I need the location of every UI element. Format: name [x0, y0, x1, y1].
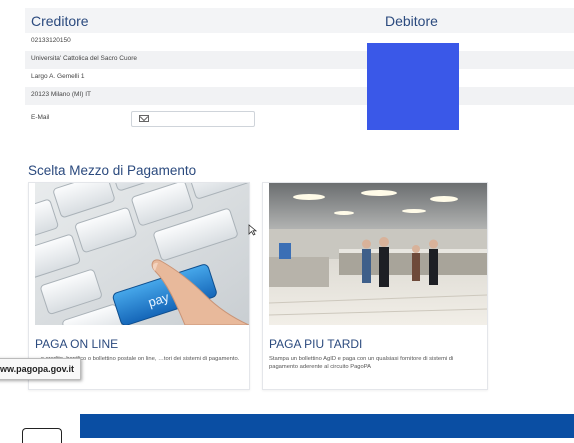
creditor-name-row: Universita' Cattolica del Sacro Cuore: [25, 51, 574, 69]
post-office-image: [269, 183, 487, 325]
creditor-city-row: 20123 Milano (MI) IT: [25, 87, 574, 105]
creditor-address-row: Largo A. Gemelli 1: [25, 69, 574, 87]
email-row: E-Mail: [25, 105, 574, 133]
creditor-fiscal-code-row: 02133120150: [25, 33, 574, 51]
creditor-header: Creditore: [31, 13, 89, 29]
creditor-city: 20123 Milano (MI) IT: [31, 91, 91, 98]
pagopa-url-badge: www.pagopa.gov.it: [0, 358, 81, 380]
email-field[interactable]: [131, 111, 255, 127]
envelope-icon: [139, 115, 149, 122]
pay-later-title: PAGA PIU TARDI: [269, 337, 363, 351]
creditor-address: Largo A. Gemelli 1: [31, 73, 85, 80]
email-label: E-Mail: [31, 114, 50, 121]
keyboard-pay-image: pay: [35, 183, 249, 325]
creditor-fiscal-code: 02133120150: [31, 37, 71, 44]
debtor-redaction-box: [367, 43, 459, 130]
bottom-tab[interactable]: [22, 428, 62, 443]
pay-later-card[interactable]: PAGA PIU TARDI Stampa un bollettino AgID…: [262, 182, 488, 390]
footer-bar: [80, 414, 574, 438]
info-header-row: Creditore Debitore: [25, 8, 574, 33]
mouse-pointer-icon: [248, 224, 257, 236]
pay-online-title: PAGA ON LINE: [35, 337, 119, 351]
creditor-name: Universita' Cattolica del Sacro Cuore: [31, 55, 138, 62]
pay-later-description: Stampa un bollettino AgID e paga con un …: [269, 356, 454, 371]
payment-method-title: Scelta Mezzo di Pagamento: [28, 163, 197, 178]
debtor-header: Debitore: [385, 13, 438, 29]
payment-info-table: Creditore Debitore 02133120150 Universit…: [25, 8, 574, 133]
